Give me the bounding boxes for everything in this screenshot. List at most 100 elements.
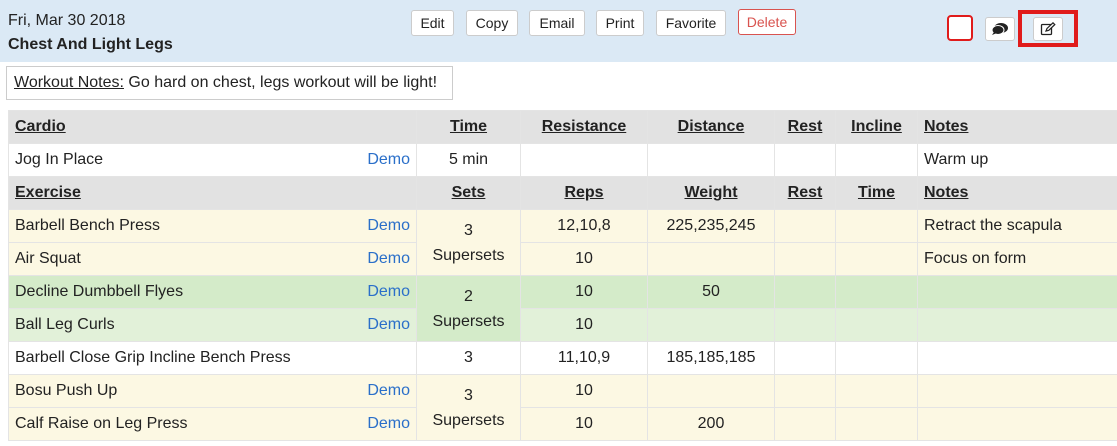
reps-cell: 10 <box>520 374 648 408</box>
reps-cell: 10 <box>520 407 648 441</box>
column-header: Sets <box>416 176 521 210</box>
exercise-row: Air Squat Demo 10 Focus on form <box>8 242 1117 276</box>
column-header: Cardio <box>8 110 417 144</box>
time-cell <box>835 341 918 375</box>
column-header: Time <box>835 176 918 210</box>
demo-link[interactable]: Demo <box>367 382 410 400</box>
exercise-name-cell: Calf Raise on Leg Press Demo <box>8 407 417 441</box>
column-header: Notes <box>917 176 1117 210</box>
rest-cell <box>774 143 836 177</box>
exercise-name: Barbell Close Grip Incline Bench Press <box>15 349 291 366</box>
highlight-box <box>1018 10 1078 47</box>
notes-cell: Focus on form <box>917 242 1117 276</box>
column-header: Weight <box>647 176 775 210</box>
incline-cell <box>835 143 918 177</box>
column-header: Time <box>416 110 521 144</box>
exercise-name-cell: Barbell Close Grip Incline Bench Press <box>8 341 417 375</box>
exercise-name-cell: Bosu Push Up Demo <box>8 374 417 408</box>
workout-table: Cardio Time Resistance Distance Rest Inc… <box>8 110 1117 441</box>
exercise-name-cell: Jog In Place Demo <box>8 143 417 177</box>
demo-link[interactable]: Demo <box>367 217 410 235</box>
weight-cell <box>647 308 775 342</box>
notes-cell <box>917 374 1117 408</box>
workout-notes-text: Go hard on chest, legs workout will be l… <box>123 74 438 91</box>
demo-link[interactable]: Demo <box>367 151 410 169</box>
comment-button[interactable] <box>985 17 1015 41</box>
cardio-row: Jog In Place Demo 5 min Warm up <box>8 143 1117 177</box>
time-cell <box>835 308 918 342</box>
resistance-cell <box>520 143 648 177</box>
notes-cell <box>917 407 1117 441</box>
time-cell <box>835 275 918 309</box>
superset-cell: 3 Supersets <box>416 209 521 276</box>
time-cell <box>835 209 918 243</box>
exercise-row: Barbell Close Grip Incline Bench Press 3… <box>8 341 1117 375</box>
demo-link[interactable]: Demo <box>367 250 410 268</box>
column-header: Distance <box>647 110 775 144</box>
favorite-button[interactable]: Favorite <box>656 10 726 36</box>
exercise-name-cell: Barbell Bench Press Demo <box>8 209 417 243</box>
column-header: Rest <box>774 176 836 210</box>
column-header: Notes <box>917 110 1117 144</box>
superset-cell: 2 Supersets <box>416 275 521 342</box>
rest-cell <box>774 209 836 243</box>
exercise-name: Ball Leg Curls <box>15 316 115 333</box>
workout-notes-label: Workout Notes: <box>14 74 124 91</box>
rest-cell <box>774 374 836 408</box>
superset-label: Supersets <box>432 312 505 330</box>
weight-cell: 185,185,185 <box>647 341 775 375</box>
edit-button[interactable]: Edit <box>411 10 454 36</box>
notes-cell: Retract the scapula <box>917 209 1117 243</box>
email-button[interactable]: Email <box>529 10 585 36</box>
exercise-header-row: Exercise Sets Reps Weight Rest Time Note… <box>8 176 1117 210</box>
reps-cell: 11,10,9 <box>520 341 648 375</box>
column-header: Reps <box>520 176 648 210</box>
reps-cell: 10 <box>520 242 648 276</box>
exercise-name: Bosu Push Up <box>15 382 118 399</box>
exercise-name: Barbell Bench Press <box>15 217 160 234</box>
rest-cell <box>774 308 836 342</box>
exercise-name: Decline Dumbbell Flyes <box>15 283 184 300</box>
distance-cell <box>647 143 775 177</box>
exercise-name-cell: Decline Dumbbell Flyes Demo <box>8 275 417 309</box>
rest-cell <box>774 242 836 276</box>
time-cell <box>835 374 918 408</box>
delete-button[interactable]: Delete <box>738 9 796 35</box>
workout-date: Fri, Mar 30 2018 <box>8 12 126 29</box>
sets-value: 2 <box>464 287 473 305</box>
checkbox-icon[interactable] <box>947 15 973 41</box>
exercise-name: Calf Raise on Leg Press <box>15 415 188 432</box>
sets-cell: 3 <box>416 341 521 375</box>
copy-button[interactable]: Copy <box>466 10 518 36</box>
time-cell <box>835 242 918 276</box>
exercise-row: Bosu Push Up Demo 3 Supersets 10 <box>8 374 1117 441</box>
notes-cell: Warm up <box>917 143 1117 177</box>
sets-value: 3 <box>464 221 473 239</box>
rest-cell <box>774 275 836 309</box>
weight-cell <box>647 242 775 276</box>
exercise-row: Calf Raise on Leg Press Demo 10 200 <box>8 407 1117 441</box>
column-header: Rest <box>774 110 836 144</box>
workout-header: Fri, Mar 30 2018 Chest And Light Legs Ed… <box>0 0 1117 62</box>
notes-cell <box>917 341 1117 375</box>
exercise-name-cell: Ball Leg Curls Demo <box>8 308 417 342</box>
exercise-row: Ball Leg Curls Demo 10 <box>8 308 1117 342</box>
exercise-name: Air Squat <box>15 250 81 267</box>
reps-cell: 10 <box>520 275 648 309</box>
cardio-header-row: Cardio Time Resistance Distance Rest Inc… <box>8 110 1117 144</box>
reps-cell: 10 <box>520 308 648 342</box>
demo-link[interactable]: Demo <box>367 415 410 433</box>
column-header: Exercise <box>8 176 417 210</box>
workout-title: Chest And Light Legs <box>8 36 173 53</box>
workout-notes: Workout Notes: Go hard on chest, legs wo… <box>6 66 453 100</box>
superset-cell: 3 Supersets <box>416 374 521 441</box>
weight-cell <box>647 374 775 408</box>
time-cell <box>835 407 918 441</box>
notes-cell <box>917 275 1117 309</box>
time-cell: 5 min <box>416 143 521 177</box>
print-button[interactable]: Print <box>596 10 644 36</box>
exercise-row: Barbell Bench Press Demo 3 Supersets 12,… <box>8 209 1117 276</box>
column-header: Resistance <box>520 110 648 144</box>
demo-link[interactable]: Demo <box>367 283 410 301</box>
demo-link[interactable]: Demo <box>367 316 410 334</box>
